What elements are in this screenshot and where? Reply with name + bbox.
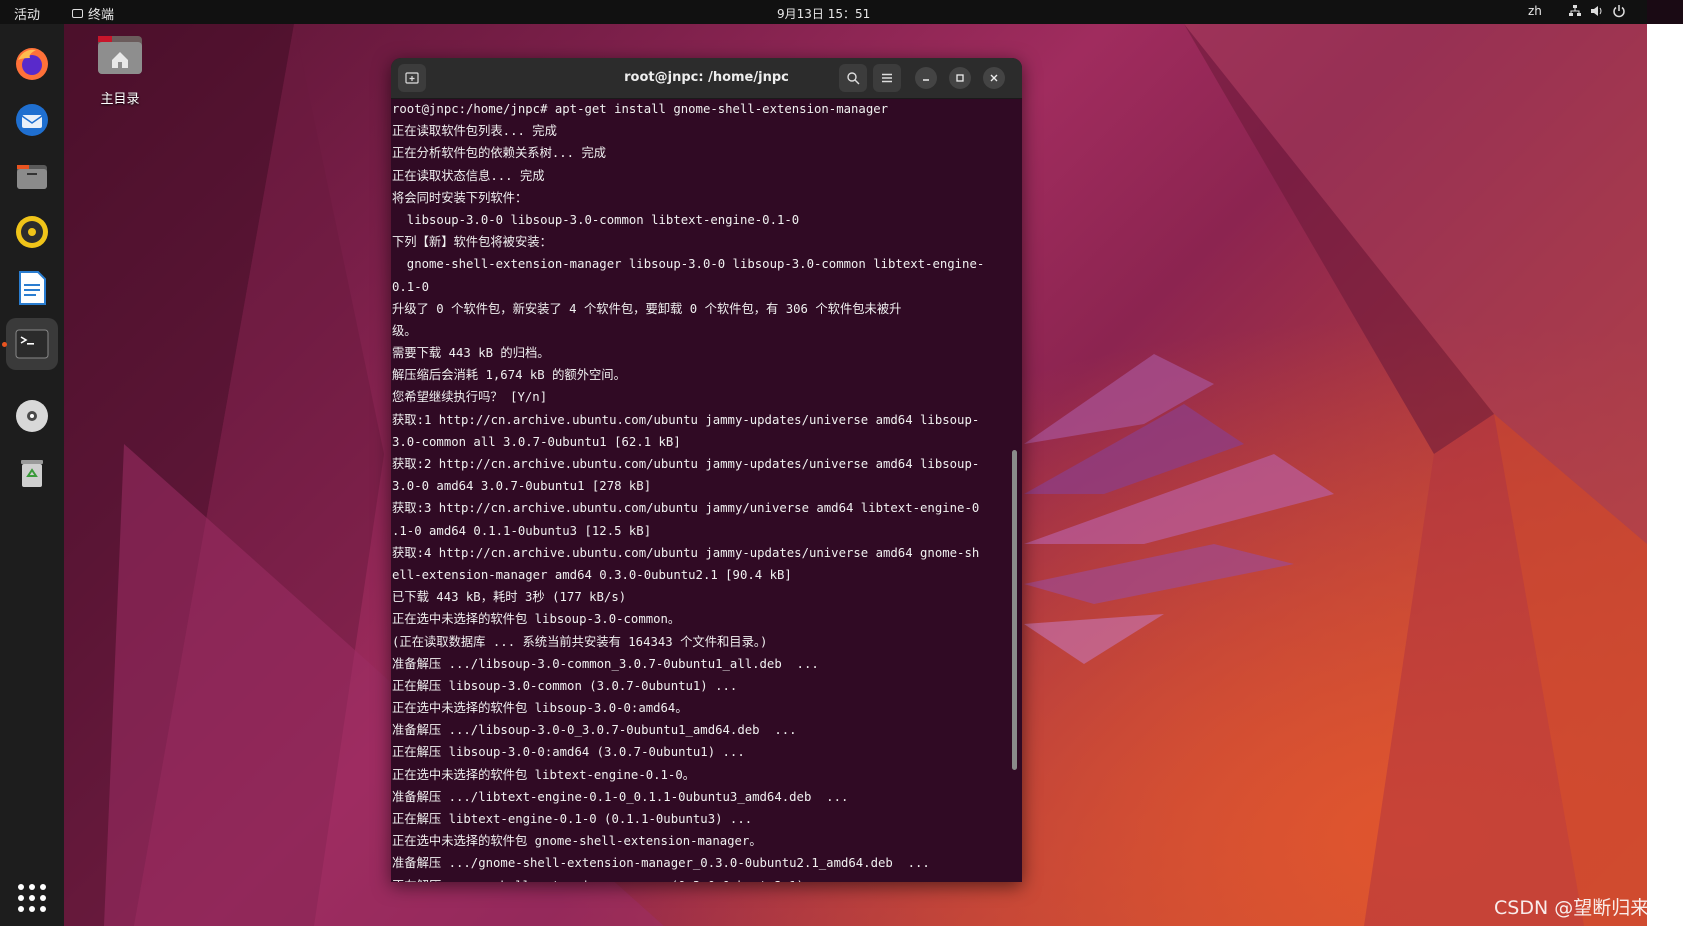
terminal-line: 获取:3 http://cn.archive.ubuntu.com/ubuntu… [392,501,980,516]
terminal-line: 正在读取状态信息... 完成 [392,168,545,183]
close-button[interactable] [983,67,1005,89]
terminal-line: 准备解压 .../libtext-engine-0.1-0_0.1.1-0ubu… [392,789,849,804]
desktop-home-folder[interactable]: 主目录 [88,30,152,107]
network-icon [1569,5,1581,16]
dock-show-apps[interactable] [6,872,58,924]
dock-terminal[interactable] [6,318,58,370]
terminal-window[interactable]: root@jnpc: /home/jnpc root@jnpc:/home/jn… [391,58,1022,882]
terminal-line: 级。 [392,323,417,338]
terminal-line: 正在解压 libtext-engine-0.1-0 (0.1.1-0ubuntu… [392,812,753,826]
screen-edge [1647,24,1683,926]
dock-cd-drive[interactable] [6,390,58,442]
input-language-indicator[interactable]: zh [1528,4,1542,18]
terminal-line: .1-0 amd64 0.1.1-0ubuntu3 [12.5 kB] [392,523,652,538]
home-folder-icon [98,36,142,74]
files-icon [17,165,47,189]
terminal-line: 已下载 443 kB，耗时 3秒 (177 kB/s) [392,590,627,605]
maximize-button[interactable] [949,67,971,89]
search-button[interactable] [839,64,867,92]
terminal-line: 正在选中未选择的软件包 gnome-shell-extension-manage… [392,834,762,849]
minimize-button[interactable] [915,67,937,89]
terminal-line: 正在选中未选择的软件包 libtext-engine-0.1-0。 [392,767,696,782]
top-bar: 活动 终端 9月13日 15：51 zh [0,0,1647,24]
terminal-line: 正在分析软件包的依赖关系树... 完成 [392,146,607,161]
minimize-icon [923,79,929,81]
dock-writer[interactable] [6,262,58,314]
terminal-line: 您希望继续执行吗？ [Y/n] [392,390,548,405]
terminal-line: 需要下载 443 kB 的归档。 [392,346,550,361]
terminal-line: 正在选中未选择的软件包 libsoup-3.0-common。 [392,612,681,627]
terminal-line: ell-extension-manager amd64 0.3.0-0ubunt… [392,567,792,582]
terminal-line: 正在解压 libsoup-3.0-0:amd64 (3.0.7-0ubuntu1… [392,745,745,760]
terminal-line: 下列【新】软件包将被安装： [392,235,552,250]
terminal-line: 获取:1 http://cn.archive.ubuntu.com/ubuntu… [392,412,980,427]
firefox-icon [16,48,48,80]
activities-button[interactable]: 活动 [14,4,40,23]
new-tab-icon [405,72,419,84]
close-icon [990,74,998,82]
running-indicator [2,342,7,347]
volume-icon [1591,6,1602,16]
dock-thunderbird[interactable] [6,94,58,146]
search-icon [847,72,860,85]
terminal-line: 获取:4 http://cn.archive.ubuntu.com/ubuntu… [392,545,980,560]
cd-drive-icon [16,400,48,432]
terminal-line: 0.1-0 [392,279,430,294]
dock-firefox[interactable] [6,38,58,90]
maximize-icon [956,74,964,82]
terminal-small-icon [72,9,83,18]
terminal-scrollbar[interactable] [1012,450,1017,770]
clock[interactable]: 9月13日 15：51 [777,5,870,22]
terminal-line: 正在选中未选择的软件包 libsoup-3.0-0:amd64。 [392,701,688,716]
power-icon [1613,5,1625,18]
app-menu-label: 终端 [88,8,115,23]
terminal-line: gnome-shell-extension-manager libsoup-3.… [392,257,985,272]
terminal-output[interactable]: root@jnpc:/home/jnpc# apt-get install gn… [392,98,1004,882]
terminal-line: 准备解压 .../libsoup-3.0-common_3.0.7-0ubunt… [392,656,819,671]
terminal-line: libsoup-3.0-0 libsoup-3.0-common libtext… [392,212,800,227]
home-folder-label: 主目录 [100,92,140,107]
terminal-line: 获取:2 http://cn.archive.ubuntu.com/ubuntu… [392,457,980,471]
dock-rhythmbox[interactable] [6,206,58,258]
terminal-line: 将会同时安装下列软件： [392,190,528,205]
libreoffice-writer-icon [19,271,46,305]
terminal-headerbar[interactable]: root@jnpc: /home/jnpc [391,58,1022,99]
terminal-line: 正在读取软件包列表... 完成 [392,124,557,139]
terminal-line: (正在读取数据库 ... 系统当前共安装有 164343 个文件和目录。) [392,634,768,649]
terminal-line: 正在解压 libsoup-3.0-common (3.0.7-0ubuntu1)… [392,678,738,693]
terminal-line: 3.0-0 amd64 3.0.7-0ubuntu1 [278 kB] [392,479,652,494]
terminal-line: 准备解压 .../libsoup-3.0-0_3.0.7-0ubuntu1_am… [392,723,797,738]
hamburger-menu-icon [882,73,892,83]
terminal-line: 解压缩后会消耗 1,674 kB 的额外空间。 [392,368,626,383]
thunderbird-icon [16,104,48,136]
system-tray[interactable] [1568,4,1626,18]
terminal-line: 准备解压 .../gnome-shell-extension-manager_0… [392,856,930,871]
rhythmbox-icon [16,216,48,248]
trash-icon [21,460,43,487]
terminal-line: root@jnpc:/home/jnpc# apt-get install gn… [392,102,889,116]
watermark: CSDN @望断归来路 [1494,897,1669,919]
show-apps-grid-icon [18,884,46,912]
terminal-icon [15,329,49,359]
new-tab-button[interactable] [398,64,426,92]
terminal-line: 升级了 0 个软件包，新安装了 4 个软件包，要卸载 0 个软件包，有 306 … [392,301,902,316]
terminal-line: 正在解压 gnome-shell-extension-manager (0.3.… [392,875,1004,882]
dock-files[interactable] [6,150,58,202]
menu-button[interactable] [873,64,901,92]
app-menu[interactable]: 终端 [72,4,114,23]
dock [0,24,64,926]
dock-trash[interactable] [6,446,58,498]
terminal-line: 3.0-common all 3.0.7-0ubuntu1 [62.1 kB] [392,434,681,449]
